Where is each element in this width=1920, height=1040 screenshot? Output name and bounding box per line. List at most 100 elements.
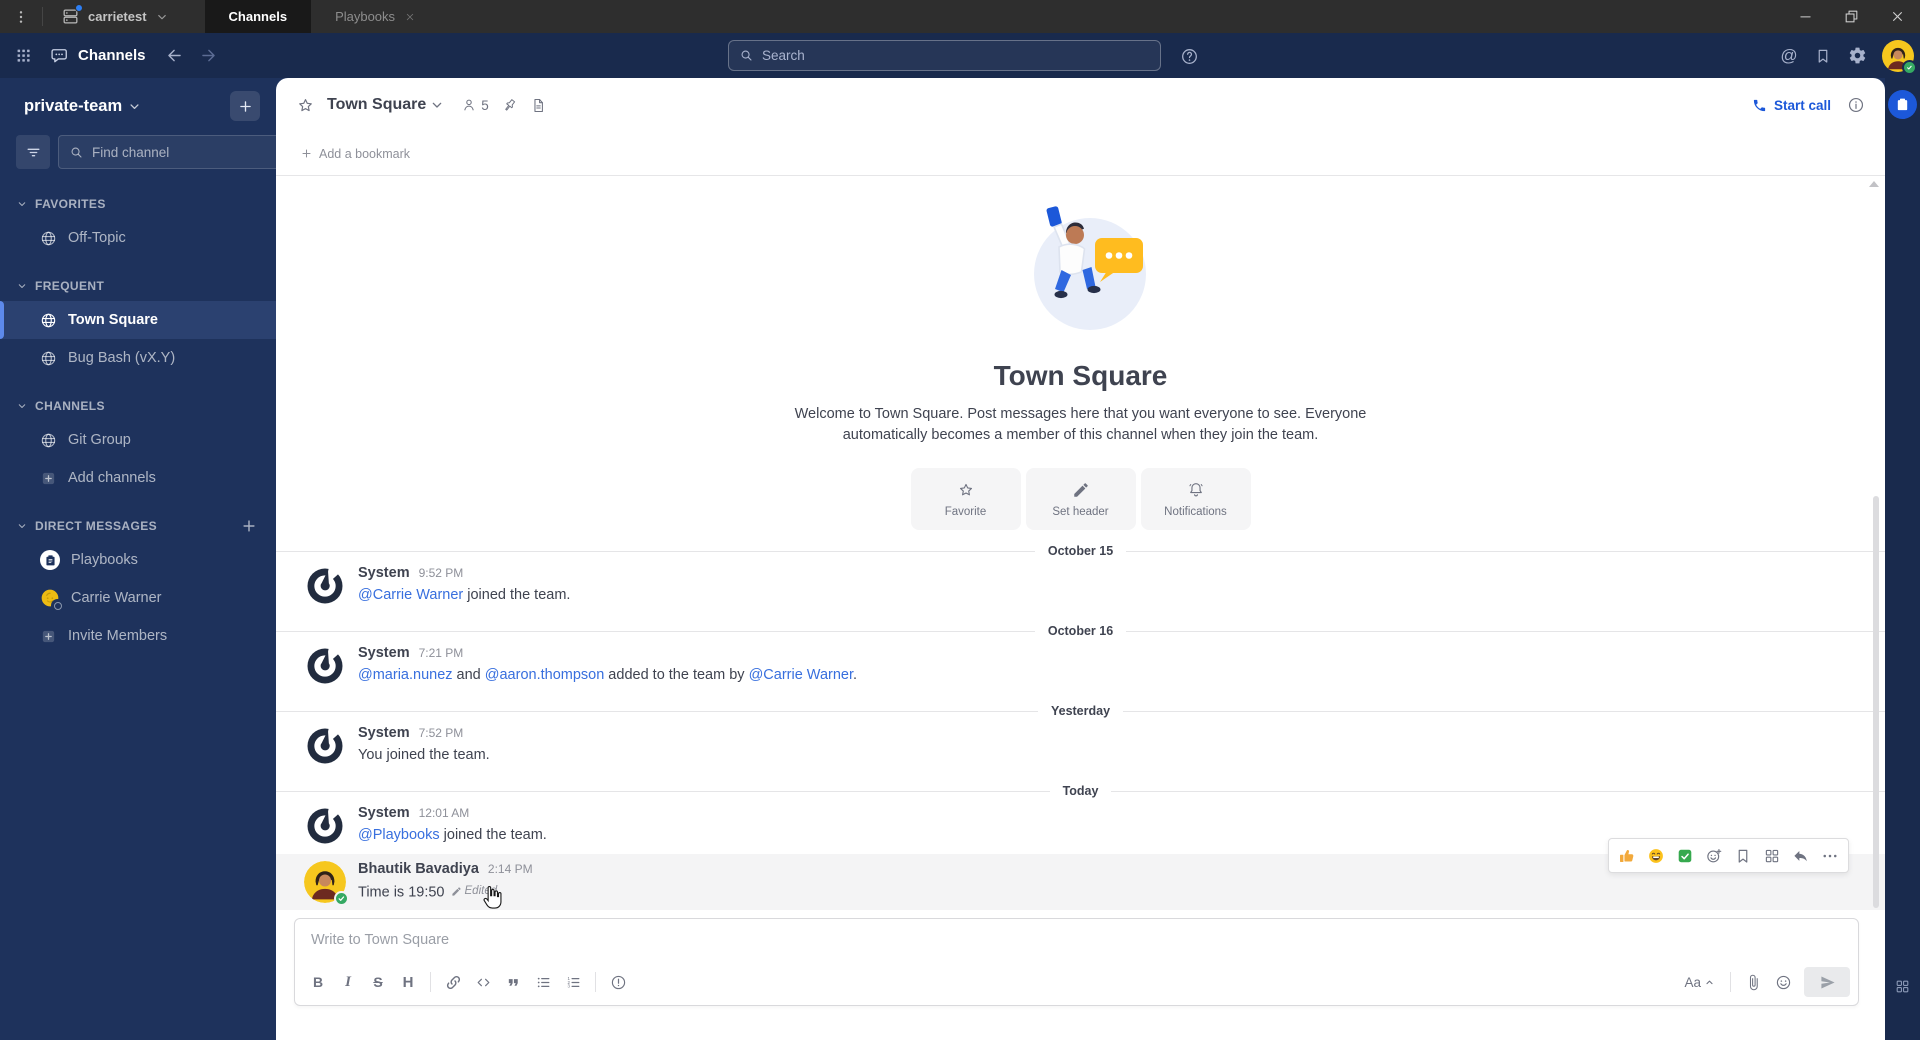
message-priority-button[interactable] — [603, 968, 633, 996]
product-switcher-button[interactable] — [8, 41, 38, 71]
server-selector[interactable]: carrietest — [43, 0, 189, 33]
sidebar-section-header-favorites[interactable]: FAVORITES — [0, 189, 276, 219]
user-avatar-button[interactable] — [1882, 39, 1917, 75]
message-apps-button[interactable] — [1758, 842, 1786, 869]
code-button[interactable] — [468, 968, 498, 996]
global-search[interactable] — [728, 40, 1161, 71]
close-button[interactable] — [1874, 0, 1920, 33]
sidebar-section-header-direct-messages[interactable]: DIRECT MESSAGES — [0, 511, 276, 541]
channel-menu-chevron-icon[interactable] — [429, 97, 445, 113]
quote-button[interactable] — [498, 968, 528, 996]
mention-link[interactable]: @aaron.thompson — [485, 667, 605, 683]
mention-link[interactable]: @Playbooks — [358, 827, 440, 843]
help-icon — [1180, 47, 1199, 66]
scrollbar-thumb[interactable] — [1873, 495, 1879, 908]
sidebar-item-carrie-warner[interactable]: Carrie Warner — [0, 579, 276, 617]
window-titlebar: carrietest Channels Playbooks — [0, 0, 1920, 33]
message-row[interactable]: System 9:52 PM @Carrie Warner joined the t… — [276, 558, 1885, 614]
send-message-button[interactable] — [1804, 967, 1850, 997]
intro-action-notifications[interactable]: Notifications — [1140, 468, 1251, 530]
link-button[interactable] — [438, 968, 468, 996]
intro-action-set-header[interactable]: Set header — [1025, 468, 1136, 530]
message-text: @maria.nunez and @aaron.thompson added t… — [358, 667, 858, 683]
code-icon — [475, 974, 492, 991]
sidebar-item-git-group[interactable]: Git Group — [0, 421, 276, 459]
paperclip-icon — [1745, 974, 1762, 991]
start-call-button[interactable]: Start call — [1752, 98, 1831, 113]
mention-link[interactable]: @Carrie Warner — [749, 667, 853, 683]
saved-posts-button[interactable] — [1808, 41, 1838, 71]
online-status-badge — [334, 891, 349, 906]
system-avatar — [304, 805, 346, 847]
post-list[interactable]: Town Square Welcome to Town Square. Post… — [276, 176, 1885, 912]
app-menu-button[interactable] — [0, 0, 42, 33]
team-menu-chevron-icon[interactable] — [127, 99, 142, 114]
sidebar-item-bug-bash-vx-y[interactable]: Bug Bash (vX.Y) — [0, 339, 276, 377]
playbooks-app-button[interactable] — [1888, 90, 1917, 119]
minimize-button[interactable] — [1782, 0, 1828, 33]
italic-button[interactable]: I — [333, 968, 363, 996]
pinned-posts-button[interactable] — [501, 97, 518, 114]
sidebar-item-invite-members[interactable]: Invite Members — [0, 617, 276, 655]
channel-name[interactable]: Town Square — [327, 96, 426, 114]
message-row[interactable]: System 7:21 PM @maria.nunez and @aaron.tho… — [276, 638, 1885, 694]
add-reaction-button[interactable] — [1700, 842, 1728, 869]
add-channel-button[interactable] — [230, 91, 260, 121]
edited-indicator: Edited — [451, 881, 497, 901]
history-back-button[interactable] — [160, 41, 190, 71]
plus-icon — [237, 98, 254, 115]
sidebar-item-playbooks[interactable]: Playbooks — [0, 541, 276, 579]
message-composer[interactable]: Write to Town Square B I S H 123 Aa — [294, 918, 1859, 1006]
sidebar-section-header-frequent[interactable]: FREQUENT — [0, 271, 276, 301]
emoji-picker-button[interactable] — [1768, 968, 1798, 996]
channel-filter-button[interactable] — [16, 135, 50, 169]
hide-formatting-button[interactable]: Aa — [1676, 968, 1723, 996]
sidebar-section-header-channels[interactable]: CHANNELS — [0, 391, 276, 421]
save-message-button[interactable] — [1729, 842, 1757, 869]
intro-action-favorite[interactable]: Favorite — [910, 468, 1021, 530]
divider-line — [1111, 790, 1885, 792]
mention-link[interactable]: @Carrie Warner — [358, 587, 463, 603]
message-row[interactable]: System 7:52 PM You joined the team. — [276, 718, 1885, 774]
heading-button[interactable]: H — [393, 968, 423, 996]
strikethrough-button[interactable]: S — [363, 968, 393, 996]
settings-button[interactable] — [1842, 41, 1872, 71]
sidebar-item-off-topic[interactable]: Off-Topic — [0, 219, 276, 257]
message-header: System 9:52 PM — [358, 565, 570, 581]
reply-button[interactable] — [1787, 842, 1815, 869]
channel-info-button[interactable] — [1847, 96, 1865, 114]
favorite-channel-button[interactable] — [296, 96, 315, 115]
channel-files-button[interactable] — [530, 97, 547, 114]
thumbs-up-reaction-button[interactable] — [1613, 842, 1641, 869]
check-mark-reaction-button[interactable] — [1671, 842, 1699, 869]
more-actions-button[interactable] — [1816, 842, 1844, 869]
bold-button[interactable]: B — [303, 968, 333, 996]
find-channel-box[interactable] — [58, 135, 276, 169]
scrollbar-up-arrow[interactable] — [1869, 181, 1879, 187]
restore-button[interactable] — [1828, 0, 1874, 33]
team-name[interactable]: private-team — [24, 97, 122, 116]
member-count-button[interactable]: 5 — [461, 97, 489, 113]
message-row[interactable]: Bhautik Bavadiya 2:14 PM Time is 19:50 Edit… — [276, 838, 1885, 910]
search-input[interactable] — [762, 48, 1150, 63]
app-marketplace-button[interactable] — [1889, 972, 1917, 1000]
attach-file-button[interactable] — [1738, 968, 1768, 996]
grinning-reaction-button[interactable] — [1642, 842, 1670, 869]
notification-dot — [75, 4, 83, 12]
help-button[interactable] — [1174, 41, 1204, 71]
message-input[interactable]: Write to Town Square — [295, 919, 1858, 965]
bulleted-list-button[interactable] — [528, 968, 558, 996]
mention-link[interactable]: @maria.nunez — [358, 667, 453, 683]
app-tab-playbooks[interactable]: Playbooks — [311, 0, 440, 33]
add-bookmark-button[interactable]: Add a bookmark — [276, 132, 1885, 176]
history-forward-button[interactable] — [194, 41, 224, 71]
plus-box-icon — [40, 628, 57, 645]
info-icon — [1847, 96, 1865, 114]
star-icon — [957, 481, 975, 499]
sidebar-item-town-square[interactable]: Town Square — [0, 301, 276, 339]
numbered-list-button[interactable]: 123 — [558, 968, 588, 996]
app-tab-channels[interactable]: Channels — [204, 0, 312, 33]
find-channel-input[interactable] — [92, 144, 269, 160]
sidebar-item-add-channels[interactable]: Add channels — [0, 459, 276, 497]
mentions-button[interactable]: @ — [1774, 41, 1804, 71]
